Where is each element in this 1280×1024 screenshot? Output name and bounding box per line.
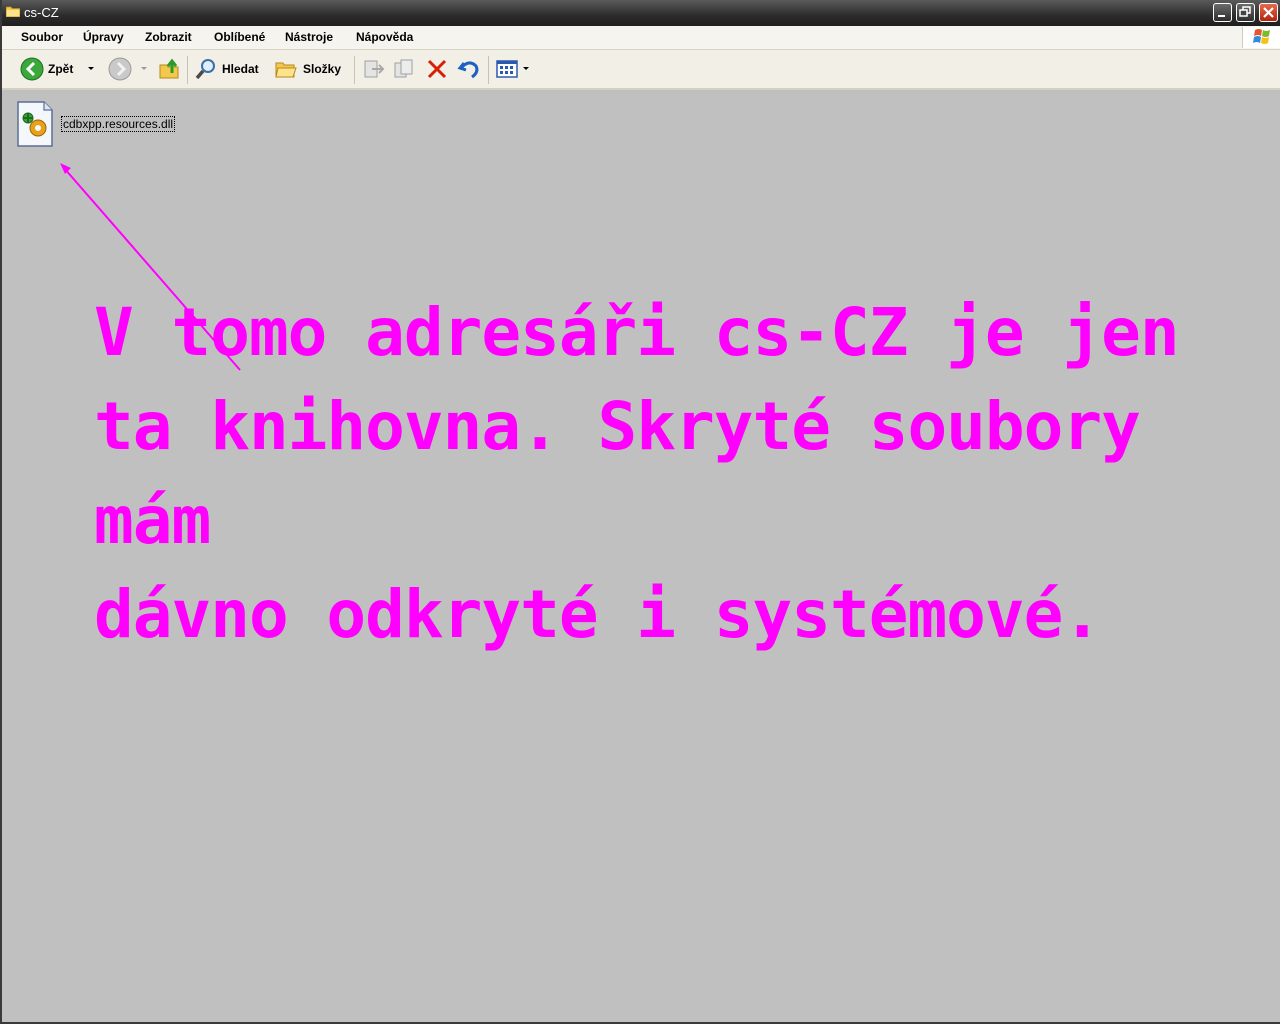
forward-arrow-icon <box>108 57 132 81</box>
copy-to-button[interactable] <box>393 56 417 82</box>
menu-bar: Soubor Úpravy Zobrazit Oblíbené Nástroje… <box>2 26 1280 50</box>
close-button[interactable] <box>1259 3 1278 22</box>
up-folder-icon <box>159 58 179 79</box>
back-label: Zpět <box>48 62 74 76</box>
menu-upravy[interactable]: Úpravy <box>83 30 124 44</box>
file-list-area[interactable]: cdbxpp.resources.dll V tomo adresáři cs-… <box>4 90 1280 1022</box>
forward-dropdown-icon[interactable] <box>141 67 147 70</box>
move-to-button[interactable] <box>362 56 386 82</box>
windows-logo-icon <box>1242 27 1280 48</box>
annotation-text: V tomo adresáři cs-CZ je jen ta knihovna… <box>94 286 1224 662</box>
delete-icon <box>427 59 447 79</box>
title-bar[interactable]: cs-CZ <box>2 0 1280 26</box>
toolbar-separator <box>488 56 489 84</box>
close-icon <box>1263 7 1274 18</box>
move-to-icon <box>364 60 385 78</box>
views-icon <box>496 60 518 78</box>
minimize-icon <box>1218 15 1225 17</box>
undo-button[interactable] <box>457 56 481 82</box>
forward-button[interactable] <box>108 56 132 82</box>
folder-icon <box>6 6 20 17</box>
delete-button[interactable] <box>425 56 449 82</box>
undo-icon <box>457 61 479 79</box>
menu-soubor[interactable]: Soubor <box>21 30 63 44</box>
menu-nastroje[interactable]: Nástroje <box>285 30 333 44</box>
folders-icon <box>275 62 297 78</box>
annotation-line: ta knihovna. Skryté soubory mám <box>94 388 1141 559</box>
folders-label: Složky <box>303 62 342 76</box>
toolbar-separator <box>187 56 188 84</box>
annotation-line: dávno odkryté i systémové. <box>94 576 1102 653</box>
search-icon <box>195 59 215 80</box>
annotation-line: V tomo adresáři cs-CZ je jen <box>94 294 1180 371</box>
copy-to-icon <box>394 59 413 78</box>
window-title: cs-CZ <box>24 5 59 20</box>
back-dropdown-icon[interactable] <box>88 67 94 70</box>
search-label: Hledat <box>222 62 259 76</box>
up-folder-button[interactable] <box>158 56 182 82</box>
toolbar: Zpět Hledat Složky <box>2 50 1280 90</box>
minimize-button[interactable] <box>1213 3 1232 22</box>
explorer-window: cs-CZ Soubor Úpravy Zobrazit Oblíbené Ná… <box>0 0 1280 1024</box>
menu-oblibene[interactable]: Oblíbené <box>214 30 265 44</box>
menu-zobrazit[interactable]: Zobrazit <box>145 30 192 44</box>
menu-napoveda[interactable]: Nápověda <box>356 30 413 44</box>
toolbar-separator <box>354 56 355 84</box>
restore-button[interactable] <box>1236 3 1255 22</box>
restore-icon <box>1239 6 1251 17</box>
views-dropdown-icon[interactable] <box>523 67 529 70</box>
back-arrow-icon <box>20 57 44 81</box>
